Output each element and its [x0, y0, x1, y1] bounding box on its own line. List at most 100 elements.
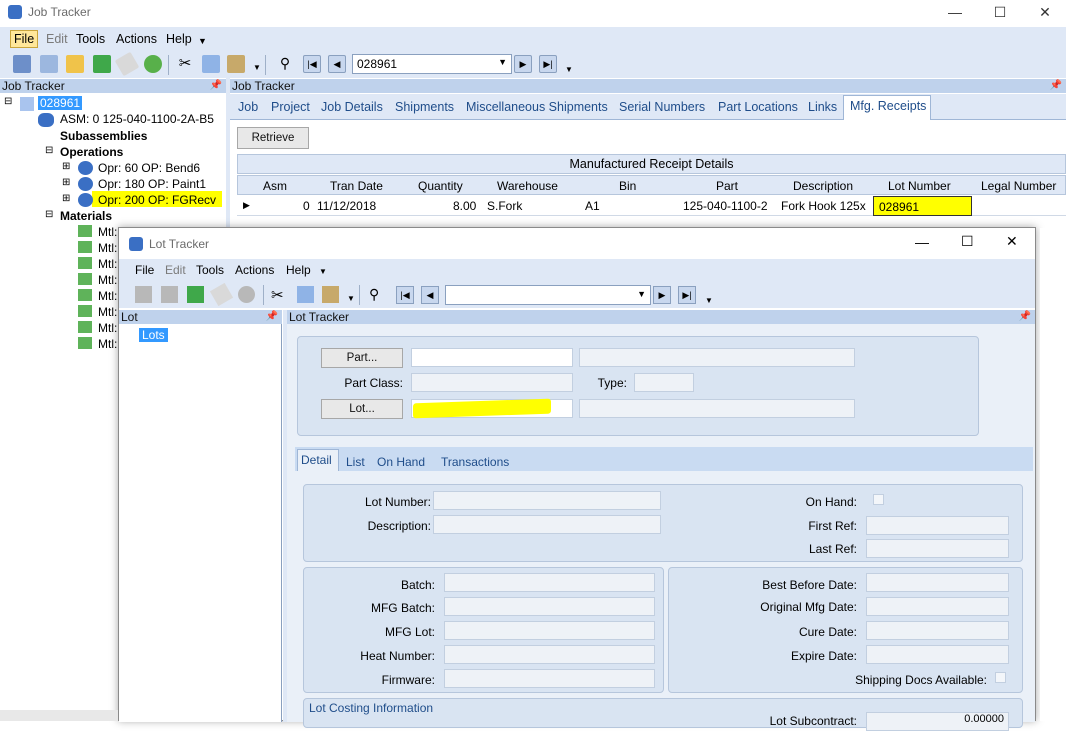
tab-job-details[interactable]: Job Details [321, 100, 383, 114]
menu-overflow-icon[interactable]: ▼ [198, 36, 207, 46]
expand-icon[interactable]: ⊟ [4, 96, 12, 107]
book-icon[interactable] [135, 286, 152, 303]
tree-mtl[interactable]: Mtl: [98, 321, 117, 335]
first-record-icon[interactable]: |◀ [303, 55, 321, 73]
minimize-button[interactable]: — [940, 2, 970, 22]
tree-operations[interactable]: Operations [60, 145, 123, 159]
paste-dropdown-icon[interactable]: ▼ [347, 294, 355, 303]
col-quantity[interactable]: Quantity [418, 179, 463, 193]
col-asm[interactable]: Asm [263, 179, 287, 193]
description-field[interactable] [433, 515, 661, 534]
menu-file[interactable]: File [135, 263, 154, 277]
expire-date-field[interactable] [866, 645, 1009, 664]
expand-icon[interactable]: ⊞ [62, 193, 70, 204]
collapse-icon[interactable]: ⊟ [45, 209, 53, 220]
menu-file[interactable]: File [10, 30, 39, 48]
folder-icon[interactable] [66, 55, 84, 73]
attach-icon[interactable] [161, 286, 178, 303]
refresh-icon[interactable] [187, 286, 204, 303]
lot-number-field[interactable] [433, 491, 661, 510]
firmware-field[interactable] [444, 669, 655, 688]
tree-mtl[interactable]: Mtl: [98, 305, 117, 319]
vertical-scrollbar[interactable] [1040, 228, 1066, 721]
col-bin[interactable]: Bin [619, 179, 636, 193]
row-selector-icon[interactable]: ▶ [243, 200, 250, 211]
toolbar-overflow-icon[interactable]: ▼ [565, 65, 573, 74]
binoculars-icon[interactable]: ⚲ [369, 286, 379, 303]
menu-edit[interactable]: Edit [165, 263, 186, 277]
last-record-icon[interactable]: ▶| [678, 286, 696, 304]
collapse-icon[interactable]: ⊟ [45, 145, 53, 156]
col-tran-date[interactable]: Tran Date [330, 179, 383, 193]
job-combo[interactable]: 028961 ▼ [352, 54, 512, 74]
cell-lot-number[interactable]: 028961 [879, 200, 919, 214]
cell-bin[interactable]: A1 [585, 199, 600, 213]
pin-icon[interactable]: 📌 [210, 79, 222, 93]
lot-button[interactable]: Lot... [321, 399, 403, 419]
grid-icon[interactable] [40, 55, 58, 73]
binoculars-icon[interactable]: ⚲ [276, 55, 294, 73]
batch-field[interactable] [444, 573, 655, 592]
pin-icon[interactable]: 📌 [1050, 79, 1062, 93]
retrieve-button[interactable]: Retrieve [237, 127, 309, 149]
paste-icon[interactable] [227, 55, 245, 73]
save-icon[interactable] [238, 286, 255, 303]
toolbar-overflow-icon[interactable]: ▼ [705, 296, 713, 305]
part-button[interactable]: Part... [321, 348, 403, 368]
paste-dropdown-icon[interactable]: ▼ [253, 63, 261, 72]
menu-tools[interactable]: Tools [76, 32, 105, 46]
cut-icon[interactable]: ✂ [271, 286, 284, 304]
tree-op-200[interactable]: Opr: 200 OP: FGRecv [98, 193, 216, 207]
tab-transactions[interactable]: Transactions [441, 455, 509, 469]
col-legal-number[interactable]: Legal Number [981, 179, 1056, 193]
menu-overflow-icon[interactable]: ▼ [319, 267, 327, 276]
copy-icon[interactable] [297, 286, 314, 303]
tab-detail[interactable]: Detail [301, 453, 332, 467]
tree-subassemblies[interactable]: Subassemblies [60, 129, 147, 143]
cell-warehouse[interactable]: S.Fork [487, 199, 522, 213]
open-icon[interactable] [13, 55, 31, 73]
close-button[interactable]: ✕ [1006, 233, 1018, 250]
tree-mtl[interactable]: Mtl: [98, 241, 117, 255]
heat-number-field[interactable] [444, 645, 655, 664]
tab-serial-numbers[interactable]: Serial Numbers [619, 100, 705, 114]
pin-icon[interactable]: 📌 [1019, 310, 1031, 324]
cell-tran-date[interactable]: 11/12/2018 [317, 199, 376, 213]
tab-project[interactable]: Project [271, 100, 310, 114]
cut-icon[interactable]: ✂ [176, 55, 194, 73]
tree-materials[interactable]: Materials [60, 209, 112, 223]
tab-part-locations[interactable]: Part Locations [718, 100, 798, 114]
tab-job[interactable]: Job [238, 100, 258, 114]
maximize-button[interactable]: ☐ [985, 2, 1015, 22]
tab-links[interactable]: Links [808, 100, 837, 114]
tree-asm[interactable]: ASM: 0 125-040-1100-2A-B5 [60, 112, 214, 126]
tree-mtl[interactable]: Mtl: [98, 225, 117, 239]
col-part[interactable]: Part [716, 179, 738, 193]
paste-icon[interactable] [322, 286, 339, 303]
tree-op-60[interactable]: Opr: 60 OP: Bend6 [98, 161, 200, 175]
menu-edit[interactable]: Edit [46, 32, 68, 46]
copy-icon[interactable] [202, 55, 220, 73]
cell-quantity[interactable]: 8.00 [453, 199, 476, 213]
mfg-lot-field[interactable] [444, 621, 655, 640]
first-record-icon[interactable]: |◀ [396, 286, 414, 304]
orig-mfg-field[interactable] [866, 597, 1009, 616]
eraser-icon[interactable] [114, 51, 140, 77]
last-record-icon[interactable]: ▶| [539, 55, 557, 73]
menu-actions[interactable]: Actions [116, 32, 157, 46]
expand-icon[interactable]: ⊞ [62, 161, 70, 172]
tab-on-hand[interactable]: On Hand [377, 455, 425, 469]
next-record-icon[interactable]: ▶ [514, 55, 532, 73]
next-record-icon[interactable]: ▶ [653, 286, 671, 304]
tree-root[interactable]: 028961 [38, 96, 83, 110]
best-before-field[interactable] [866, 573, 1009, 592]
minimize-button[interactable]: — [915, 234, 929, 250]
menu-actions[interactable]: Actions [235, 263, 274, 277]
cure-date-field[interactable] [866, 621, 1009, 640]
col-description[interactable]: Description [793, 179, 853, 193]
tree-mtl[interactable]: Mtl: [98, 337, 117, 351]
menu-help[interactable]: Help [166, 32, 192, 46]
maximize-button[interactable]: ☐ [961, 233, 974, 250]
refresh-icon[interactable] [93, 55, 111, 73]
tree-mtl[interactable]: Mtl: [98, 257, 117, 271]
